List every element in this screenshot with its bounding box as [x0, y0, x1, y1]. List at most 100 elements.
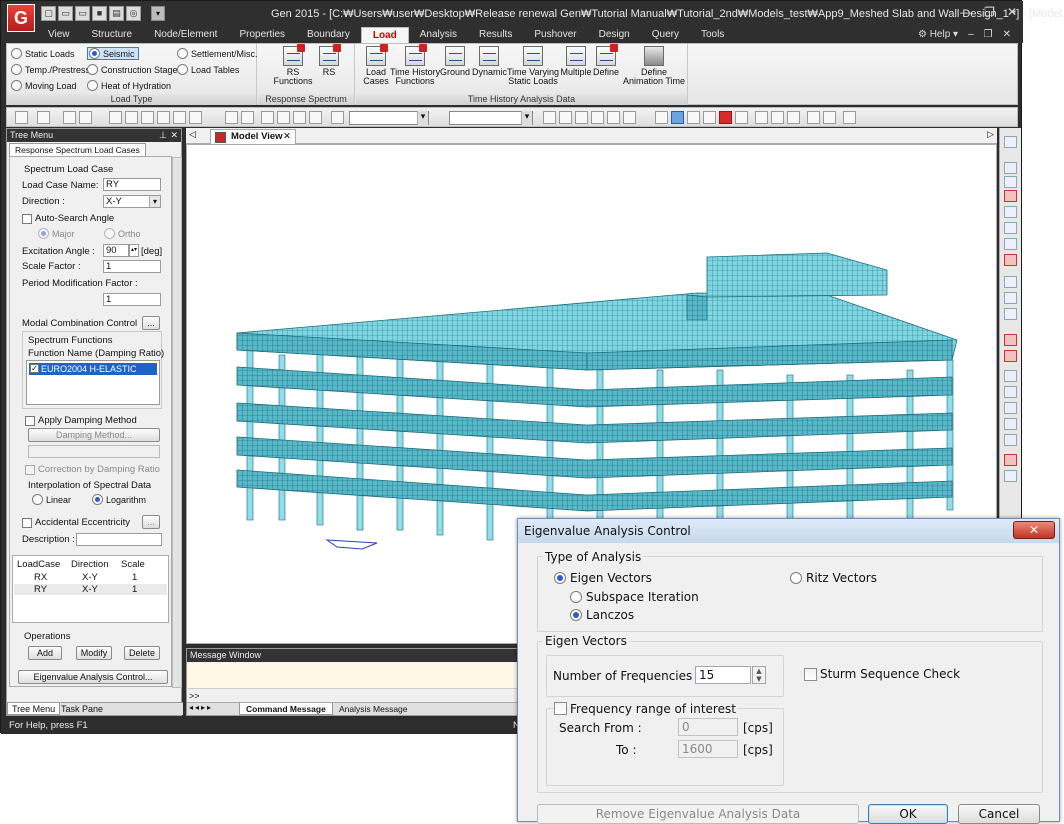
select-icon[interactable] [63, 111, 76, 124]
dialog-close-button[interactable]: ✕ [1013, 521, 1055, 539]
front-view-icon[interactable] [1004, 370, 1017, 382]
period-modification-input[interactable]: 1 [103, 293, 161, 306]
major-radio[interactable]: Major [38, 228, 75, 239]
minimize-icon[interactable]: — [960, 5, 972, 19]
top-view-icon[interactable] [1004, 350, 1017, 362]
e-label-icon[interactable] [771, 111, 784, 124]
scale-factor-input[interactable]: 1 [103, 260, 161, 273]
load-tables-option[interactable]: Load Tables [177, 64, 239, 75]
tab-model-view[interactable]: Model View ✕ [210, 129, 296, 144]
time-varying-static-button[interactable]: Time Varying Static Loads [506, 46, 560, 86]
modify-button[interactable]: Modify [76, 646, 112, 660]
excitation-spinner[interactable]: ▴▾ [129, 244, 139, 257]
tab-tree-menu[interactable]: Tree Menu [7, 703, 61, 715]
close-icon[interactable]: ✕ [1007, 5, 1017, 19]
tab-response-spectrum-load-cases[interactable]: Response Spectrum Load Cases [9, 143, 146, 156]
pan-icon[interactable] [1004, 292, 1017, 304]
frequency-spinner[interactable]: ▲ ▼ [752, 666, 766, 684]
selection-filter-combo[interactable] [449, 111, 533, 125]
help-button[interactable]: ⚙ Help ▾ [918, 27, 958, 42]
th-functions-button[interactable]: Time History Functions [390, 44, 440, 86]
table-row[interactable]: RY X-Y 1 [14, 584, 167, 595]
correction-damping-checkbox[interactable] [25, 465, 35, 475]
list-item[interactable]: EURO2004 H-ELASTIC (0.05) [29, 363, 157, 386]
right-view-icon[interactable] [1004, 418, 1017, 430]
unselect-icon[interactable] [79, 111, 92, 124]
ground-button[interactable]: Ground [440, 46, 470, 77]
render-icon[interactable] [719, 111, 732, 124]
grid-icon[interactable] [543, 111, 556, 124]
activate-icon[interactable] [261, 111, 274, 124]
pin-icon[interactable]: ⊥ [159, 129, 167, 142]
zoom-fit-icon[interactable] [655, 111, 668, 124]
open-file-icon[interactable]: ▭ [58, 6, 73, 21]
zoom-previous-icon[interactable] [1004, 238, 1017, 250]
zoom-in-icon[interactable] [1004, 206, 1017, 218]
subspace-iteration-radio[interactable]: Subspace Iteration [570, 590, 699, 604]
initial-view-icon[interactable] [823, 111, 836, 124]
select-node-icon[interactable] [1004, 162, 1017, 174]
mdi-minimize-icon[interactable]: – [968, 27, 974, 42]
tab-task-pane[interactable]: Task Pane [57, 703, 107, 715]
select-polygon-icon[interactable] [125, 111, 138, 124]
tab-scroll-right-icon[interactable]: ▷ [987, 129, 994, 140]
print-icon[interactable]: ▤ [109, 6, 124, 21]
load-case-name-input[interactable]: RY [103, 178, 161, 191]
bottom-view-icon[interactable] [1004, 434, 1017, 446]
zoom-out-icon[interactable] [1004, 222, 1017, 234]
activate-all-icon[interactable] [293, 111, 306, 124]
new-file-icon[interactable]: ▢ [41, 6, 56, 21]
snap-line-icon[interactable] [623, 111, 636, 124]
ok-button[interactable]: OK [868, 804, 948, 824]
select-volume-icon[interactable] [173, 111, 186, 124]
tab-command-message[interactable]: Command Message [239, 703, 333, 715]
ortho-radio[interactable]: Ortho [104, 228, 141, 239]
snap-grid-icon[interactable] [607, 111, 620, 124]
render-view-icon[interactable] [735, 111, 748, 124]
load-cases-button[interactable]: Load Cases [362, 44, 390, 86]
tab-boundary[interactable]: Boundary [296, 27, 361, 43]
tab-load[interactable]: Load [360, 27, 409, 43]
tab-navigation-icon[interactable]: ◂◂▸▸ [189, 703, 213, 712]
snap-node-icon[interactable] [575, 111, 588, 124]
tab-analysis-message[interactable]: Analysis Message [333, 703, 414, 715]
node-number-icon[interactable] [225, 111, 238, 124]
select-intersect-icon[interactable] [141, 111, 154, 124]
cancel-button[interactable]: Cancel [958, 804, 1040, 824]
select-all-icon[interactable] [189, 111, 202, 124]
tab-scroll-left-icon[interactable]: ◁ [189, 129, 196, 140]
pick-cursor-icon[interactable] [331, 111, 344, 124]
ritz-vectors-radio[interactable]: Ritz Vectors [790, 571, 877, 585]
damping-method-field[interactable] [28, 445, 160, 458]
tab-analysis[interactable]: Analysis [409, 27, 468, 43]
direction-select[interactable]: X-Y [103, 195, 161, 208]
description-input[interactable] [76, 533, 162, 546]
tab-results[interactable]: Results [468, 27, 523, 43]
tab-node-element[interactable]: Node/Element [143, 27, 228, 43]
redraw-icon[interactable] [807, 111, 820, 124]
rs-functions-button[interactable]: RS Functions [272, 44, 314, 86]
named-view-icon[interactable] [1004, 470, 1017, 482]
logarithm-radio[interactable]: Logarithm [92, 494, 146, 505]
add-button[interactable]: Add [28, 646, 62, 660]
print-preview-icon[interactable]: ◎ [126, 6, 141, 21]
auto-search-angle-checkbox[interactable] [22, 214, 32, 224]
restore-icon[interactable]: ❐ [984, 5, 995, 19]
rs-button[interactable]: RS [314, 44, 344, 77]
undo-icon[interactable] [15, 111, 28, 124]
sturm-sequence-checkbox[interactable] [804, 668, 817, 681]
tab-query[interactable]: Query [641, 27, 690, 43]
modal-combination-button[interactable]: ... [142, 316, 160, 330]
accidental-eccentricity-checkbox[interactable] [22, 518, 32, 528]
save-icon[interactable]: ■ [92, 6, 107, 21]
tab-view[interactable]: View [37, 27, 81, 43]
select-window-icon[interactable] [109, 111, 122, 124]
seismic-option[interactable]: Seismic [87, 47, 139, 60]
settlement-misc-option[interactable]: Settlement/Misc. [177, 48, 258, 59]
hidden-icon[interactable] [671, 111, 684, 124]
tab-structure[interactable]: Structure [81, 27, 144, 43]
snap-element-icon[interactable] [591, 111, 604, 124]
dynamic-button[interactable]: Dynamic [472, 46, 507, 77]
multiple-button[interactable]: Multiple [560, 46, 592, 77]
apply-damping-checkbox[interactable] [25, 416, 35, 426]
